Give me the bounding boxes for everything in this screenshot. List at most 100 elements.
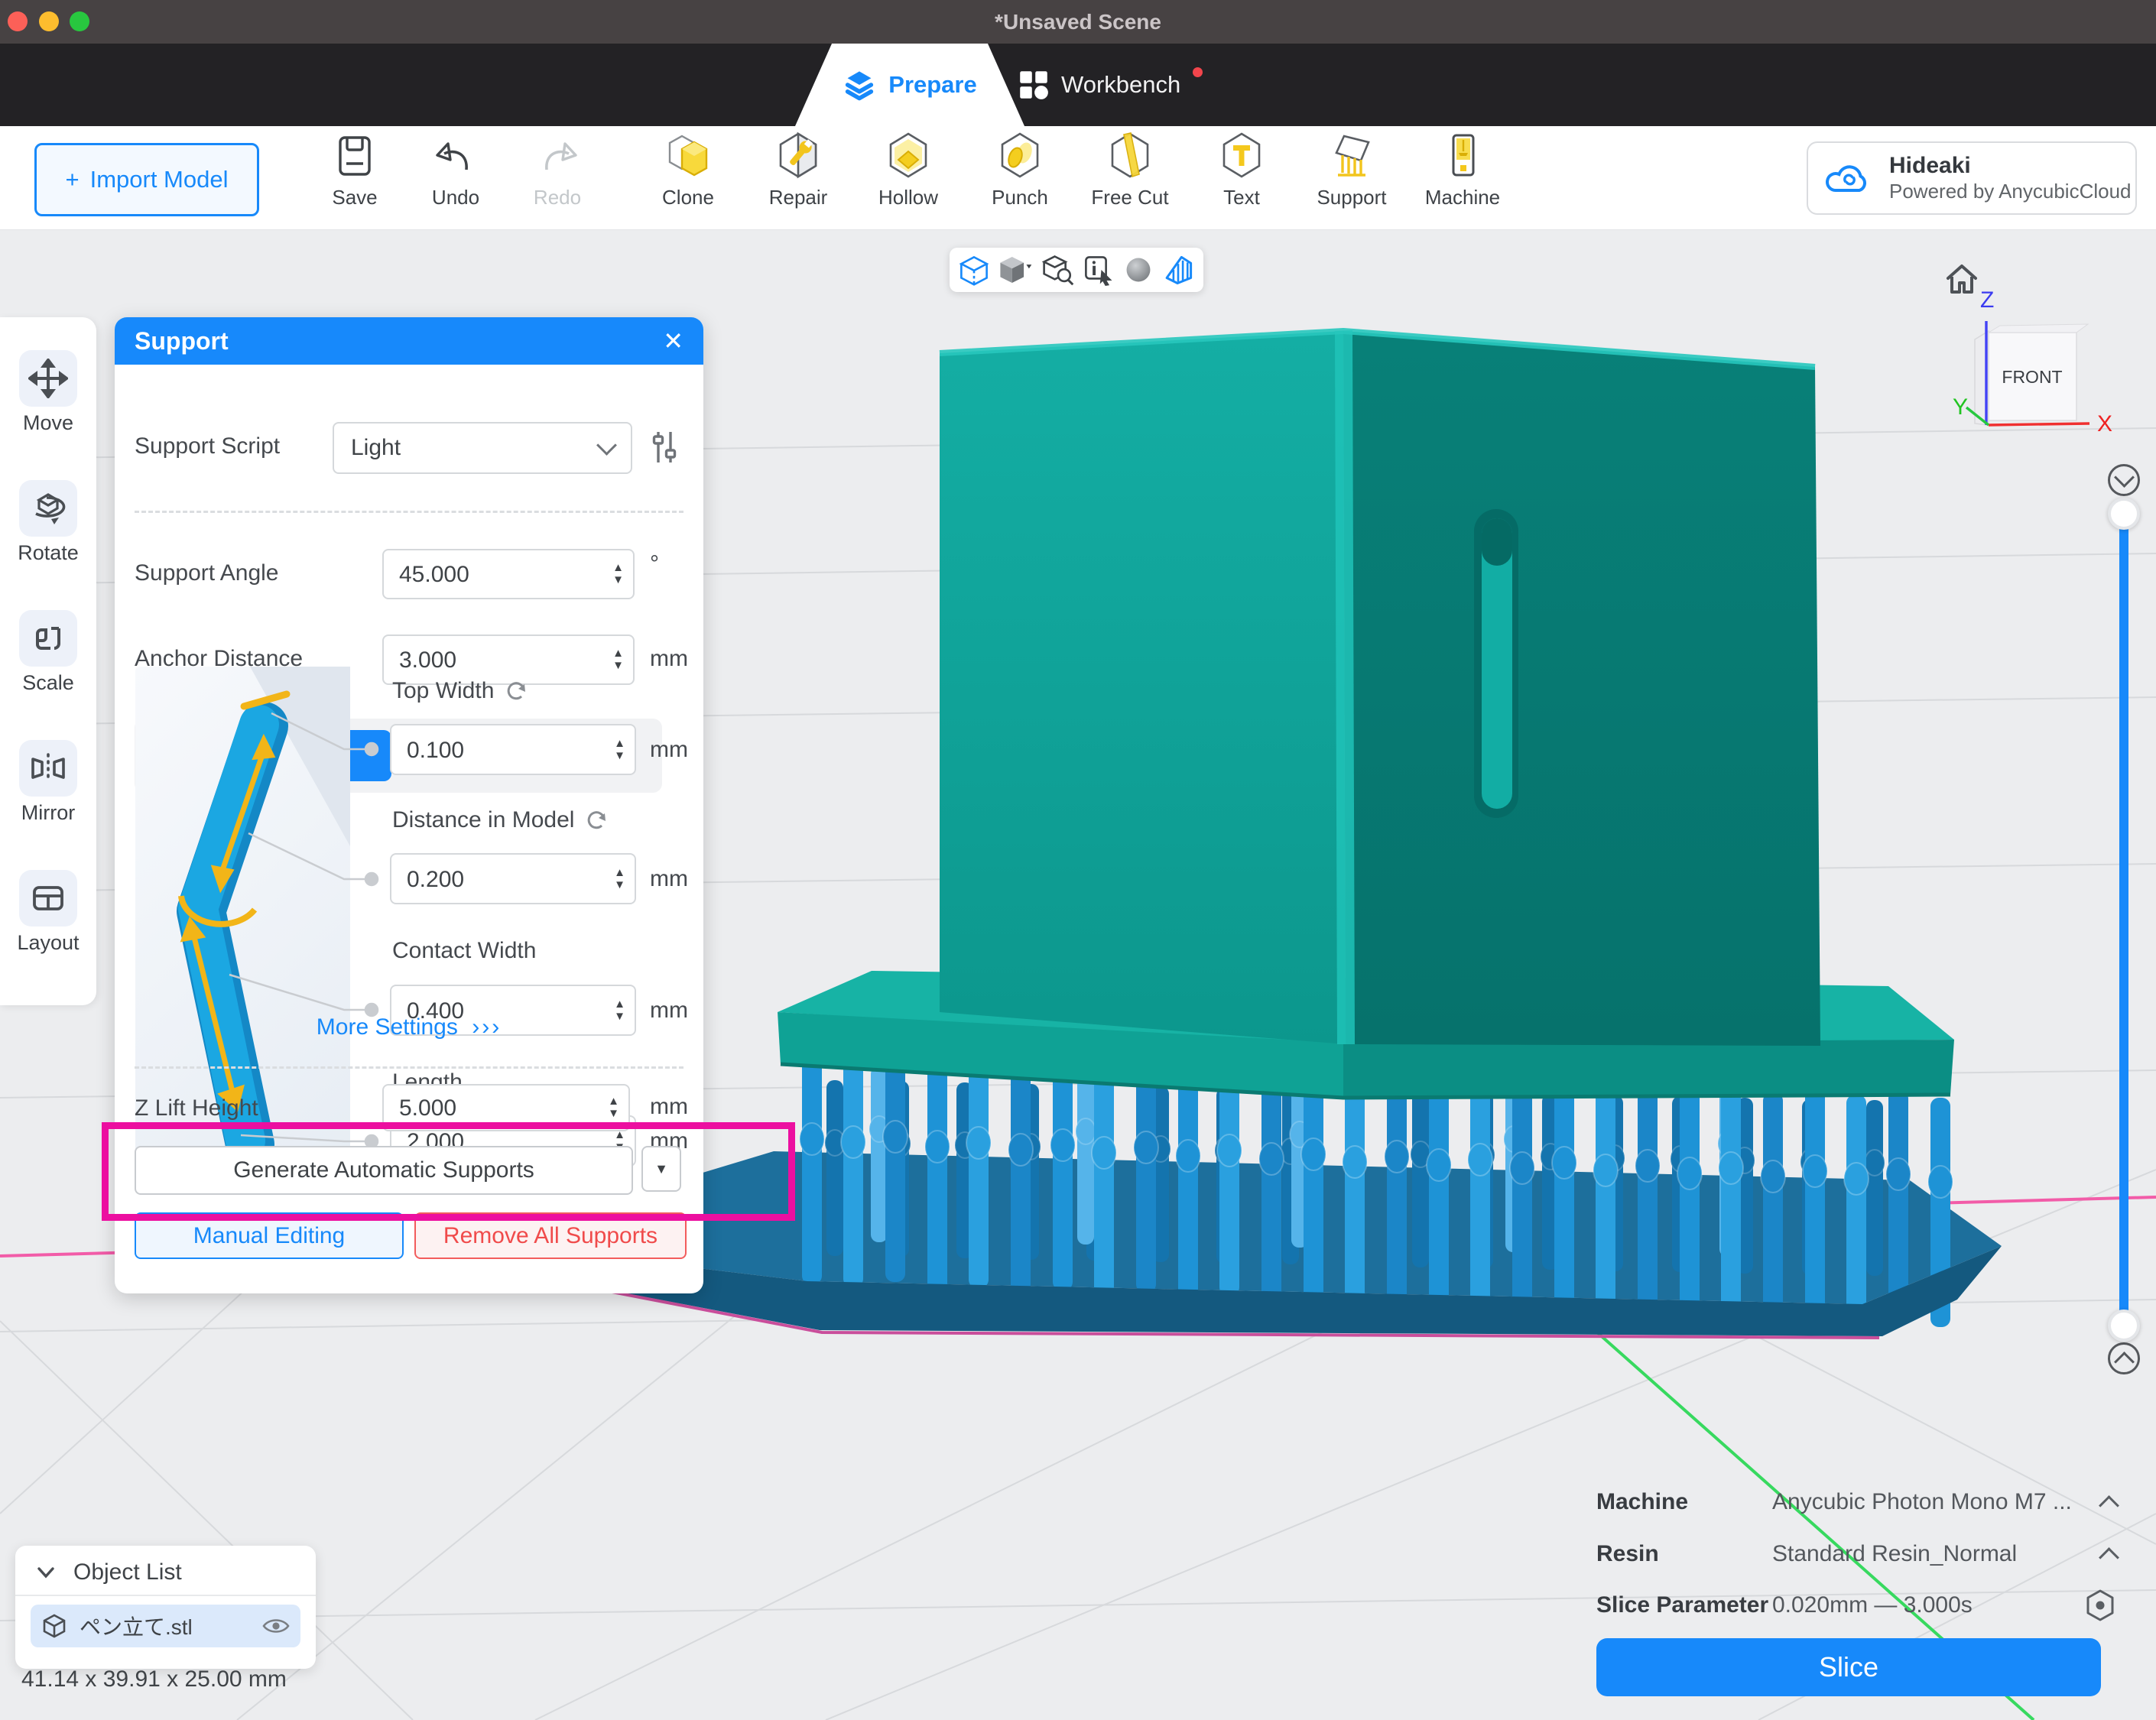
machine-label: Machine (1596, 1489, 1772, 1515)
support-angle-input-box: ▲▼ (382, 549, 635, 599)
support-script-select[interactable]: Light (333, 422, 632, 474)
support-angle-label: Support Angle (135, 560, 278, 586)
object-info-button[interactable] (1083, 254, 1115, 286)
object-file-name: ペン立て.stl (80, 1611, 250, 1641)
script-settings-icon[interactable] (647, 429, 682, 466)
import-model-button[interactable]: + Import Model (34, 143, 259, 216)
clip-slider-top-handle[interactable] (2108, 498, 2140, 530)
sidebar-item-mirror[interactable]: Mirror (0, 732, 96, 861)
top-width-stepper[interactable]: ▲▼ (614, 725, 625, 774)
repair-icon (774, 131, 823, 180)
cube-icon (41, 1613, 67, 1639)
resin-value: Standard Resin_Normal (1772, 1541, 2102, 1567)
layout-icon (28, 878, 68, 918)
top-width-input[interactable] (391, 725, 583, 775)
z-axis-label: Z (1980, 287, 1994, 313)
clip-slider-bottom-handle[interactable] (2108, 1309, 2140, 1342)
distance-in-model-input[interactable] (391, 855, 583, 904)
user-account-panel[interactable]: Hideaki Powered by AnycubicCloud (1807, 141, 2137, 215)
tool-save[interactable]: Save (304, 130, 405, 226)
tab-prepare[interactable]: Prepare (795, 44, 1024, 126)
tool-machine[interactable]: Machine (1412, 130, 1513, 226)
mirror-icon (28, 748, 68, 788)
machine-icon (1438, 131, 1487, 180)
object-list-item[interactable]: ペン立て.stl (31, 1605, 300, 1647)
slice-parameter-label: Slice Parameter (1596, 1592, 1772, 1618)
tool-repair[interactable]: Repair (748, 130, 849, 226)
support-icon (1327, 131, 1376, 180)
clip-bottom-collapse-button[interactable] (2108, 1342, 2140, 1374)
model-mesh[interactable] (940, 330, 1820, 1046)
redo-icon (533, 131, 582, 180)
contact-width-label: Contact Width (392, 938, 536, 964)
clone-icon (664, 131, 713, 180)
zoom-to-object-button[interactable] (1041, 254, 1075, 286)
plus-icon: + (65, 166, 79, 193)
app-window: *Unsaved Scene Prepare Workbench + Impor… (0, 0, 2156, 1720)
distance-in-model-input-box: ▲▼ (390, 853, 636, 904)
model-slot (1474, 509, 1518, 818)
perspective-cube-button[interactable] (958, 254, 990, 286)
chevron-down-icon (35, 1562, 57, 1583)
sidebar-item-move[interactable]: Move (0, 342, 96, 471)
layers-icon (843, 68, 876, 102)
view-cube-front-label[interactable]: FRONT (2002, 367, 2062, 387)
support-script-label: Support Script (135, 433, 280, 459)
top-width-label: Top Width (392, 678, 529, 704)
shading-mode-button[interactable] (998, 254, 1033, 286)
tab-prepare-label: Prepare (888, 71, 976, 99)
divider (135, 511, 683, 513)
machine-value: Anycubic Photon Mono M7 ... (1772, 1489, 2102, 1515)
slice-button[interactable]: Slice (1596, 1638, 2101, 1696)
cloud-icon (1825, 160, 1875, 196)
sidebar-item-layout[interactable]: Layout (0, 862, 96, 991)
rotate-icon (28, 488, 68, 528)
tool-redo[interactable]: Redo (507, 130, 608, 226)
tool-text[interactable]: Text (1191, 130, 1292, 226)
slice-settings-icon[interactable] (2084, 1589, 2116, 1622)
anchor-distance-stepper[interactable]: ▲▼ (612, 636, 624, 683)
support-panel-header: Support ✕ (115, 317, 703, 365)
model-dimensions-text: 41.14 x 39.91 x 25.00 mm (21, 1666, 287, 1692)
sphere-icon (1123, 255, 1154, 285)
punch-icon (995, 131, 1044, 180)
scale-icon (28, 618, 68, 658)
machine-row: Machine Anycubic Photon Mono M7 ... (1596, 1486, 2116, 1518)
collapse-machine-icon[interactable] (2099, 1495, 2119, 1516)
clip-top-collapse-button[interactable] (2108, 464, 2140, 496)
tool-undo[interactable]: Undo (405, 130, 506, 226)
resin-row: Resin Standard Resin_Normal (1596, 1538, 2116, 1570)
tool-punch[interactable]: Punch (969, 130, 1070, 226)
distance-in-model-stepper[interactable]: ▲▼ (614, 855, 625, 903)
cross-section-button[interactable] (1161, 254, 1195, 286)
material-sphere-button[interactable] (1123, 255, 1154, 285)
divider (15, 1595, 316, 1596)
home-view-button[interactable] (1942, 260, 1982, 303)
tool-support[interactable]: Support (1301, 130, 1402, 226)
layer-clip-slider[interactable] (2119, 514, 2128, 1326)
view-options-toolbar (950, 248, 1203, 292)
eye-visibility-icon[interactable] (262, 1616, 290, 1636)
collapse-resin-icon[interactable] (2099, 1547, 2119, 1568)
annotation-highlight-box (102, 1122, 795, 1221)
close-icon[interactable]: ✕ (663, 326, 683, 355)
y-axis-label: Y (1953, 394, 1968, 420)
object-list-header[interactable]: Object List (35, 1559, 182, 1585)
slice-parameter-row: Slice Parameter 0.020mm — 3.000s (1596, 1589, 2116, 1621)
tool-clone[interactable]: Clone (638, 130, 739, 226)
text-icon (1217, 131, 1266, 180)
z-lift-height-label: Z Lift Height (135, 1095, 258, 1121)
window-title: *Unsaved Scene (0, 0, 2156, 44)
tool-hollow[interactable]: Hollow (858, 130, 959, 226)
distance-in-model-label: Distance in Model (392, 807, 609, 833)
support-angle-input[interactable] (384, 550, 580, 599)
sidebar-item-rotate[interactable]: Rotate (0, 472, 96, 601)
more-settings-link[interactable]: More Settings ››› (115, 1014, 703, 1040)
tab-workbench[interactable]: Workbench (1018, 44, 1203, 126)
sidebar-item-scale[interactable]: Scale (0, 602, 96, 731)
cube-magnifier-icon (1041, 254, 1075, 286)
resin-label: Resin (1596, 1541, 1772, 1567)
support-angle-stepper[interactable]: ▲▼ (612, 550, 624, 598)
tool-free-cut[interactable]: Free Cut (1080, 130, 1180, 226)
undo-icon (431, 131, 480, 180)
